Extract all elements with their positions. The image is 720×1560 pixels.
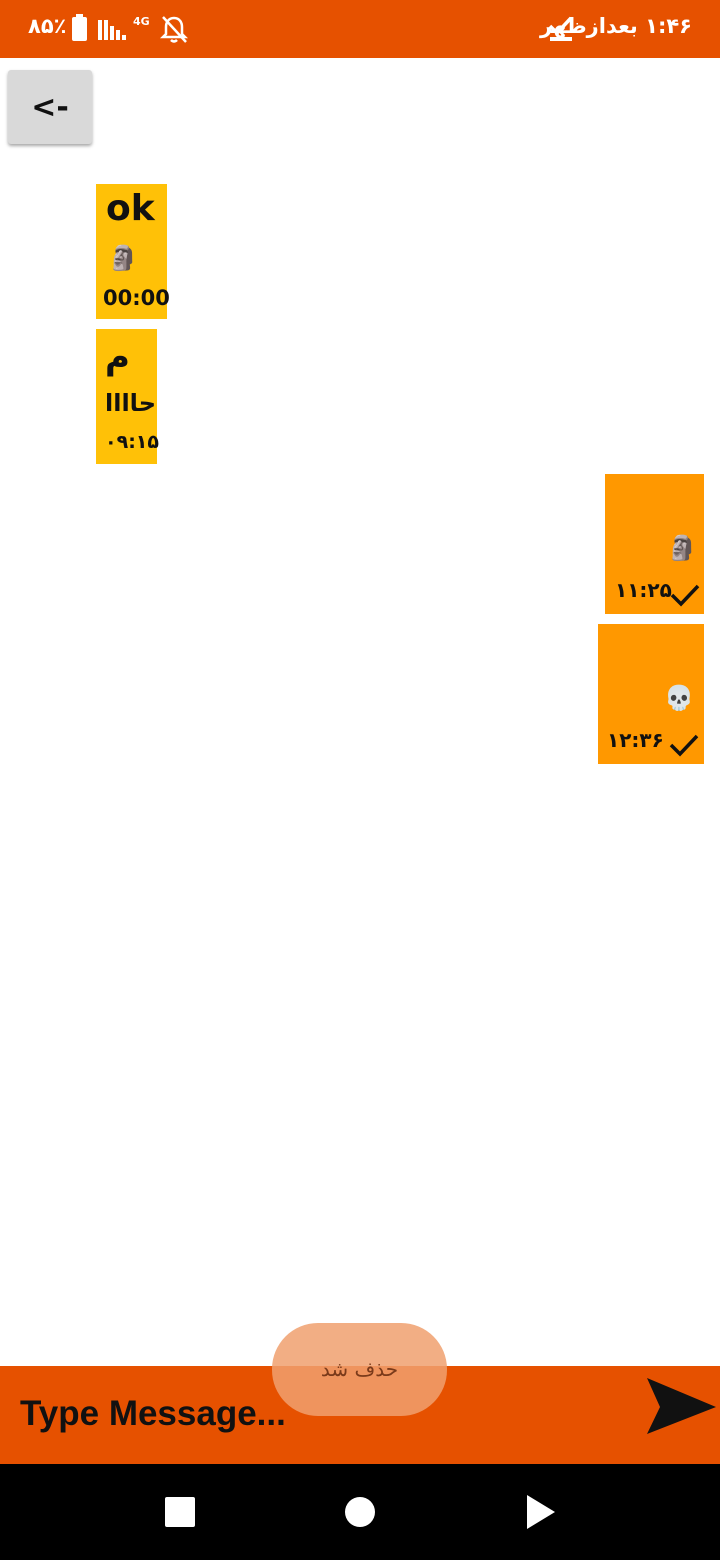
battery-icon (72, 14, 87, 41)
message-emoji: 🗿 (667, 534, 697, 562)
network-type: 4G (133, 15, 150, 28)
message-bubble-outgoing[interactable]: 💀 ۱۲:۳۶ (598, 624, 704, 764)
bell-off-icon (160, 16, 188, 43)
check-icon (669, 734, 699, 757)
send-icon[interactable] (644, 1374, 718, 1438)
toast-message: حذف شد (272, 1323, 447, 1416)
message-emoji: 🗿 (108, 244, 138, 272)
message-bubble-outgoing[interactable]: 🗿 ۱۱:۲۵ (605, 474, 704, 614)
message-text: ok (106, 188, 155, 229)
back-button[interactable]: <- (8, 70, 92, 144)
message-bubble-incoming[interactable]: ok 🗿 00:00 (96, 184, 170, 319)
check-icon (670, 584, 700, 607)
battery-percentage: ۸۵٪ (28, 14, 67, 38)
message-bubble-incoming[interactable]: م حاااا ۰۹:۱۵ (96, 329, 159, 464)
message-time: ۱۲:۳۶ (607, 728, 664, 752)
message-time: ۱۱:۲۵ (615, 578, 672, 602)
signal-icon (98, 18, 128, 40)
message-text: م (105, 337, 130, 377)
system-nav-bar (0, 1464, 720, 1560)
message-text-line-2: حاااا (105, 389, 156, 417)
message-time: 00:00 (103, 286, 170, 310)
clock: ۱:۴۶ بعدازظهر (539, 14, 692, 38)
triangle-icon[interactable] (527, 1495, 555, 1529)
message-time: ۰۹:۱۵ (105, 431, 159, 453)
status-bar: ۸۵٪ 4G ۱:۴۶ بعدازظهر (0, 0, 720, 58)
circle-icon[interactable] (345, 1497, 375, 1527)
message-emoji: 💀 (664, 684, 694, 712)
square-icon[interactable] (165, 1497, 195, 1527)
